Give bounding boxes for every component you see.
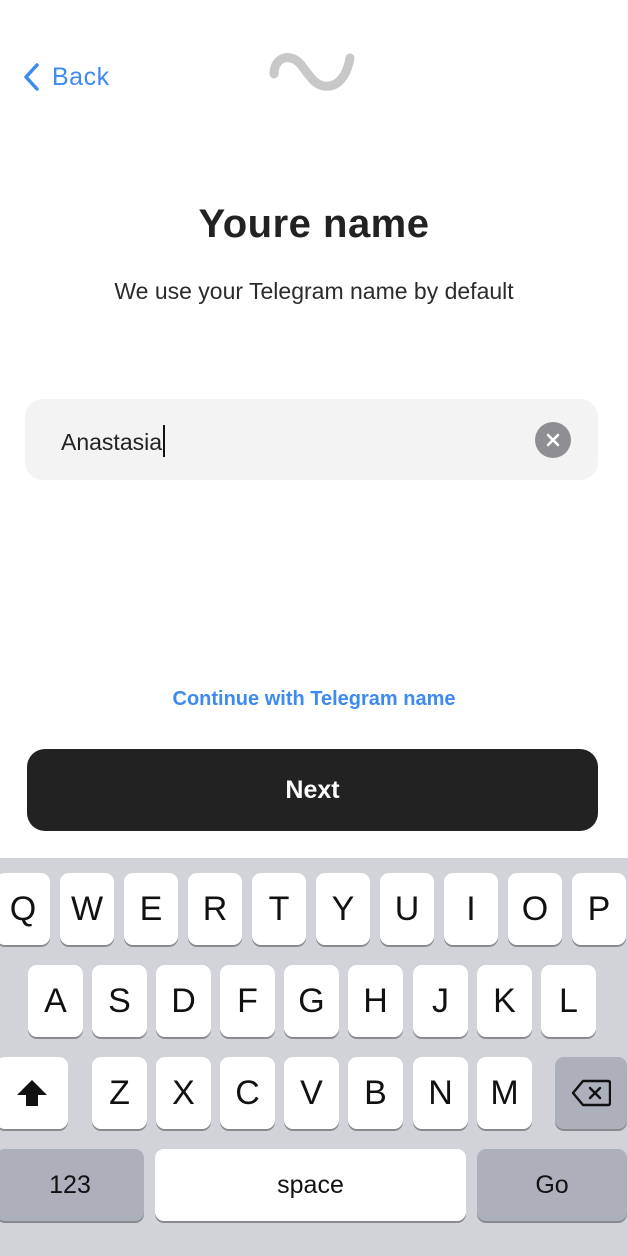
- key-g[interactable]: G: [284, 965, 339, 1037]
- key-j[interactable]: J: [413, 965, 468, 1037]
- key-l[interactable]: L: [541, 965, 596, 1037]
- key-a[interactable]: A: [28, 965, 83, 1037]
- key-h[interactable]: H: [348, 965, 403, 1037]
- page-subtitle: We use your Telegram name by default: [114, 278, 514, 304]
- go-key[interactable]: Go: [477, 1149, 627, 1221]
- key-z[interactable]: Z: [92, 1057, 147, 1129]
- key-r[interactable]: R: [188, 873, 242, 945]
- next-button[interactable]: Next: [27, 749, 598, 831]
- shift-key[interactable]: [0, 1057, 68, 1129]
- key-t[interactable]: T: [252, 873, 306, 945]
- wave-logo-icon: [269, 53, 355, 91]
- key-e[interactable]: E: [124, 873, 178, 945]
- clear-icon: [546, 433, 560, 447]
- key-i[interactable]: I: [444, 873, 498, 945]
- backspace-icon: [571, 1079, 611, 1107]
- name-input[interactable]: Anastasia: [25, 399, 598, 480]
- space-key[interactable]: space: [155, 1149, 466, 1221]
- key-n[interactable]: N: [413, 1057, 468, 1129]
- keyboard: Q W E R T Y U I O P A S D F G H J K L Z …: [0, 858, 628, 1256]
- backspace-key[interactable]: [555, 1057, 627, 1129]
- continue-with-telegram-link[interactable]: Continue with Telegram name: [0, 688, 628, 711]
- top-bar: Back: [0, 0, 628, 130]
- back-button[interactable]: Back: [22, 62, 110, 92]
- clear-button[interactable]: [535, 422, 571, 458]
- name-input-value[interactable]: Anastasia: [61, 425, 166, 457]
- key-w[interactable]: W: [60, 873, 114, 945]
- key-k[interactable]: K: [477, 965, 532, 1037]
- key-s[interactable]: S: [92, 965, 147, 1037]
- key-q[interactable]: Q: [0, 873, 50, 945]
- shift-icon: [17, 1080, 47, 1106]
- key-u[interactable]: U: [380, 873, 434, 945]
- key-o[interactable]: O: [508, 873, 562, 945]
- key-m[interactable]: M: [477, 1057, 532, 1129]
- key-f[interactable]: F: [220, 965, 275, 1037]
- key-d[interactable]: D: [156, 965, 211, 1037]
- chevron-left-icon: [24, 63, 39, 91]
- key-p[interactable]: P: [572, 873, 626, 945]
- text-caret: [163, 425, 166, 457]
- key-x[interactable]: X: [156, 1057, 211, 1129]
- back-label: Back: [52, 62, 110, 91]
- key-c[interactable]: C: [220, 1057, 275, 1129]
- key-y[interactable]: Y: [316, 873, 370, 945]
- page-title: Youre name: [198, 202, 430, 246]
- key-v[interactable]: V: [284, 1057, 339, 1129]
- key-b[interactable]: B: [348, 1057, 403, 1129]
- numbers-key[interactable]: 123: [0, 1149, 144, 1221]
